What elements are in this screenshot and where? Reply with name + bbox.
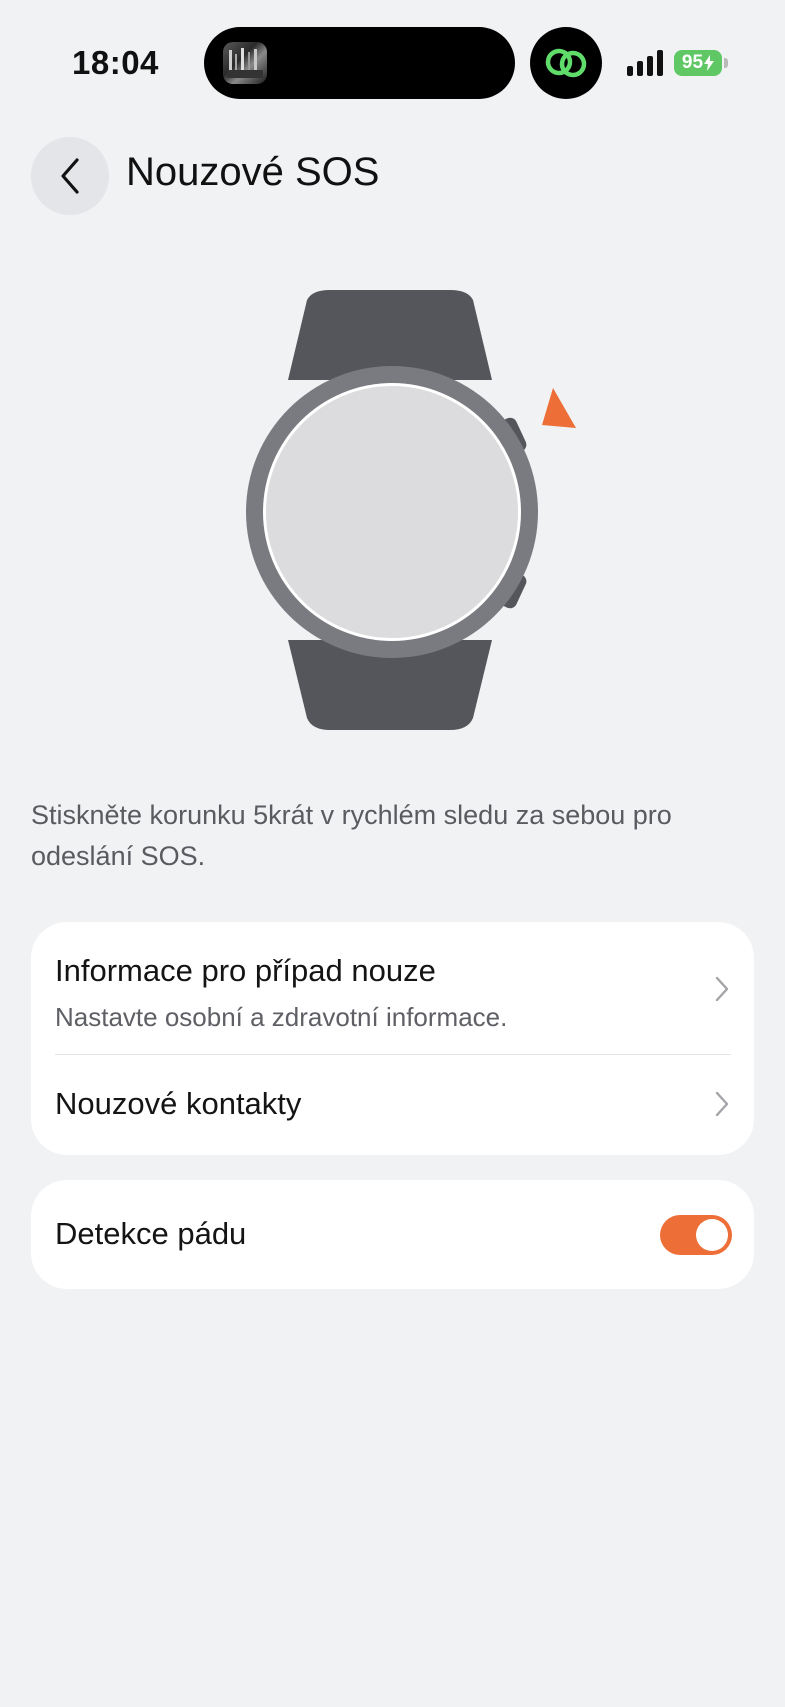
emergency-contacts-title: Nouzové kontakty xyxy=(55,1086,302,1121)
emergency-card: Informace pro případ nouze Nastavte osob… xyxy=(31,922,754,1155)
sos-description: Stiskněte korunku 5krát v rychlém sledu … xyxy=(31,800,672,871)
smartwatch-illustration xyxy=(246,290,576,730)
press-indicator-icon xyxy=(542,388,576,428)
fall-detection-row: Detekce pádu xyxy=(31,1180,754,1289)
emergency-info-title: Informace pro případ nouze xyxy=(55,953,436,988)
emergency-info-subtitle: Nastavte osobní a zdravotní informace. xyxy=(55,1002,508,1032)
chevron-right-icon xyxy=(715,976,729,1002)
now-playing-thumbnail[interactable] xyxy=(223,42,267,84)
chevron-left-icon xyxy=(61,158,79,194)
signal-icon xyxy=(627,50,663,76)
back-button[interactable] xyxy=(31,137,109,215)
status-bar: 18:04 95 xyxy=(0,0,785,120)
dynamic-island[interactable] xyxy=(204,27,515,99)
fall-detection-card: Detekce pádu xyxy=(31,1180,754,1289)
emergency-contacts-row[interactable]: Nouzové kontakty xyxy=(31,1055,754,1155)
fall-detection-toggle[interactable] xyxy=(660,1215,732,1255)
chevron-right-icon xyxy=(715,1091,729,1117)
fall-detection-title: Detekce pádu xyxy=(55,1216,247,1251)
link-app-icon[interactable] xyxy=(530,27,602,99)
battery-level: 95 xyxy=(681,52,704,73)
status-time: 18:04 xyxy=(72,44,159,81)
page-title: Nouzové SOS xyxy=(126,150,380,194)
battery-tip xyxy=(724,58,728,68)
battery-charging-icon: 95 xyxy=(674,50,722,76)
emergency-info-row[interactable]: Informace pro případ nouze Nastavte osob… xyxy=(31,922,754,1054)
toggle-knob xyxy=(696,1219,728,1251)
bolt-icon xyxy=(704,55,715,71)
